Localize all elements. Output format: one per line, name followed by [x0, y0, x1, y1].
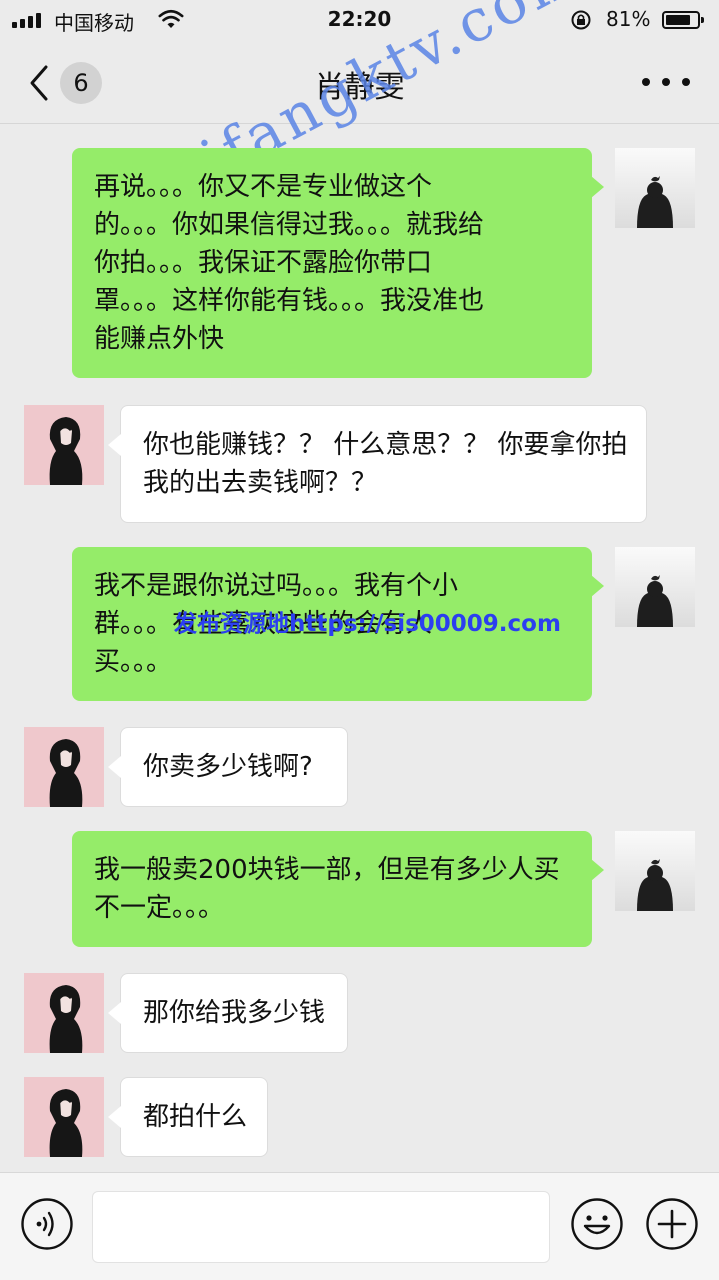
message-bubble-incoming[interactable]: 那你给我多少钱	[108, 973, 348, 1053]
input-bar	[0, 1172, 719, 1280]
message-bubble-incoming[interactable]: 你也能赚钱？？ 什么意思？？ 你要拿你拍 我的出去卖钱啊？？	[108, 405, 647, 523]
message-text-line: 都拍什么	[143, 1102, 248, 1132]
battery-percent: 81%	[606, 7, 651, 31]
message-input[interactable]	[92, 1191, 550, 1263]
contact-avatar[interactable]	[24, 727, 104, 807]
plus-icon[interactable]	[645, 1197, 699, 1251]
message-text-line: 的。。。你如果信得过我。。。就我给	[94, 210, 485, 240]
message-text-line: 罩。。。这样你能有钱。。。我没准也	[94, 286, 485, 316]
status-bar: 中国移动 22:20 81%	[0, 0, 719, 40]
message-text-line: 再说。。。你又不是专业做这个	[94, 172, 433, 202]
message-text-line: 不一定。。。	[94, 893, 225, 923]
contact-avatar[interactable]	[24, 405, 104, 485]
battery-icon	[662, 11, 704, 29]
my-avatar[interactable]	[615, 547, 695, 627]
contact-avatar[interactable]	[24, 1077, 104, 1157]
message-text-line: 能赚点外快	[94, 324, 225, 354]
more-dots-icon[interactable]	[642, 78, 690, 88]
message-text-line: 那你给我多少钱	[143, 998, 326, 1028]
contact-avatar[interactable]	[24, 973, 104, 1053]
message-bubble-incoming[interactable]: 你卖多少钱啊?	[108, 727, 348, 807]
rotation-lock-icon	[570, 9, 594, 36]
message-text-line: 我的出去卖钱啊？？	[143, 468, 378, 498]
voice-icon[interactable]	[20, 1197, 74, 1251]
emoji-icon[interactable]	[570, 1197, 624, 1251]
message-text-line: 你拍。。。我保证不露脸你带口	[94, 248, 433, 278]
message-bubble-incoming[interactable]: 都拍什么	[108, 1077, 268, 1157]
message-bubble-outgoing[interactable]: 我一般卖200块钱一部，但是有多少人买 不一定。。。	[72, 831, 604, 947]
message-bubble-outgoing[interactable]: 再说。。。你又不是专业做这个 的。。。你如果信得过我。。。就我给 你拍。。。我保…	[72, 148, 604, 378]
watermark-inline: 发布资源地https://sis00009.com	[174, 611, 561, 637]
my-avatar[interactable]	[615, 148, 695, 228]
message-text-line: 买。。。	[94, 647, 173, 677]
my-avatar[interactable]	[615, 831, 695, 911]
message-text-line: 你也能赚钱？？ 什么意思？？ 你要拿你拍	[143, 430, 628, 460]
message-text-line: 你卖多少钱啊?	[143, 752, 313, 782]
message-text-line: 我不是跟你说过吗。。。我有个小	[94, 571, 459, 601]
message-text-line: 我一般卖200块钱一部，但是有多少人买	[94, 855, 560, 885]
